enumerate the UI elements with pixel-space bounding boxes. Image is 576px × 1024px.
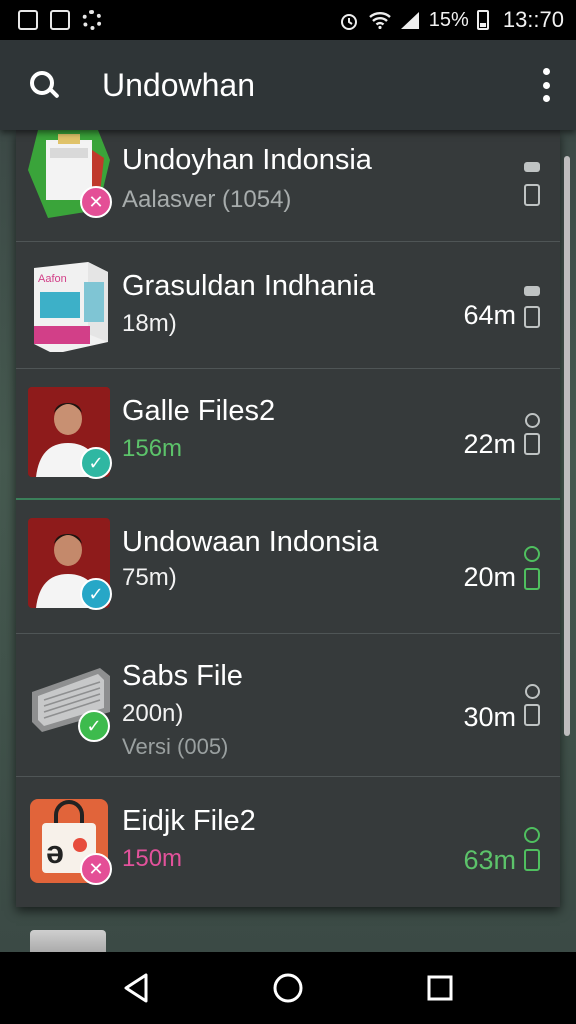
settings-gear-icon: [82, 10, 102, 30]
notification-n-icon: [18, 10, 38, 30]
check-badge-icon: ✓: [80, 578, 112, 610]
item-title: Galle Files2: [122, 395, 276, 427]
item-subtitle: 200n): [122, 700, 184, 727]
item-subtitle: 150m: [122, 845, 183, 872]
home-icon[interactable]: [268, 968, 308, 1008]
scrollbar[interactable]: [564, 156, 570, 736]
svg-text:Aafon: Aafon: [38, 273, 67, 285]
item-size: 63m: [463, 845, 516, 875]
device-icon: [524, 184, 540, 206]
back-icon[interactable]: [116, 968, 156, 1008]
svg-text:ə: ə: [46, 834, 64, 870]
item-size: 30m: [463, 702, 516, 732]
device-icon: [524, 306, 540, 328]
content-area: ✕ Undoyhan Indonsia Aalasver (1054) Aafo…: [0, 130, 576, 952]
item-title: Eidjk File2: [122, 805, 256, 837]
device-icon: [524, 849, 540, 871]
cell-signal-icon: [399, 11, 421, 29]
error-badge-icon: ✕: [80, 853, 112, 885]
item-size: 20m: [463, 562, 516, 592]
item-title: Undowaan Indonsia: [122, 526, 379, 558]
status-ring-icon: [525, 413, 540, 428]
file-list: ✕ Undoyhan Indonsia Aalasver (1054) Aafo…: [16, 130, 560, 907]
battery-percent: 15%: [428, 8, 469, 31]
item-subtitle: 75m): [122, 564, 177, 591]
alarm-icon: [339, 11, 361, 30]
item-subtitle: 18m): [122, 310, 177, 337]
status-check-icon: [524, 546, 540, 562]
app-title: Undowhan: [102, 66, 255, 103]
app-bar: Undowhan: [0, 40, 576, 130]
item-subtitle: Aalasver (1054): [122, 186, 292, 213]
list-item[interactable]: ✓ Sabs File 200n) Versi (005) 30m: [16, 634, 560, 777]
status-check-icon: [524, 827, 540, 843]
status-dash-icon: [524, 162, 540, 172]
clock: 13::70: [502, 7, 564, 32]
device-icon: [524, 433, 540, 455]
check-badge-icon: ✓: [80, 447, 112, 479]
search-icon[interactable]: [24, 65, 64, 105]
battery-icon: [476, 10, 489, 30]
device-icon: [524, 568, 540, 590]
next-item-peek: [30, 930, 106, 952]
item-title: Sabs File: [122, 660, 243, 692]
status-dash-icon: [524, 286, 540, 296]
list-item[interactable]: ✕ Undoyhan Indonsia Aalasver (1054): [16, 130, 560, 242]
item-title: Grasuldan Indhania: [122, 270, 376, 302]
list-item[interactable]: ✓ Galle Files2 156m 22m: [16, 369, 560, 500]
item-size: 64m: [463, 300, 516, 330]
box-thumbnail: Aafon: [28, 262, 110, 352]
status-bar: 15% 13::70: [0, 0, 576, 40]
list-item[interactable]: ✓ Undowaan Indonsia 75m) 20m: [16, 500, 560, 634]
item-title: Undoyhan Indonsia: [122, 144, 372, 176]
list-item[interactable]: ə ✕ Eidjk File2 150m 63m: [16, 777, 560, 907]
check-badge-icon: ✓: [78, 710, 110, 742]
overflow-menu-icon[interactable]: [540, 68, 552, 102]
item-version: Versi (005): [122, 734, 229, 759]
navigation-bar: [0, 952, 576, 1024]
status-ring-icon: [525, 684, 540, 699]
item-subtitle: 156m: [122, 435, 183, 462]
notification-u-icon: [50, 10, 70, 30]
error-badge-icon: ✕: [80, 186, 112, 218]
item-size: 22m: [463, 429, 516, 459]
wifi-icon: [368, 11, 391, 29]
list-item[interactable]: Aafon Grasuldan Indhania 18m) 64m: [16, 242, 560, 369]
recents-icon[interactable]: [420, 968, 460, 1008]
device-icon: [524, 704, 540, 726]
